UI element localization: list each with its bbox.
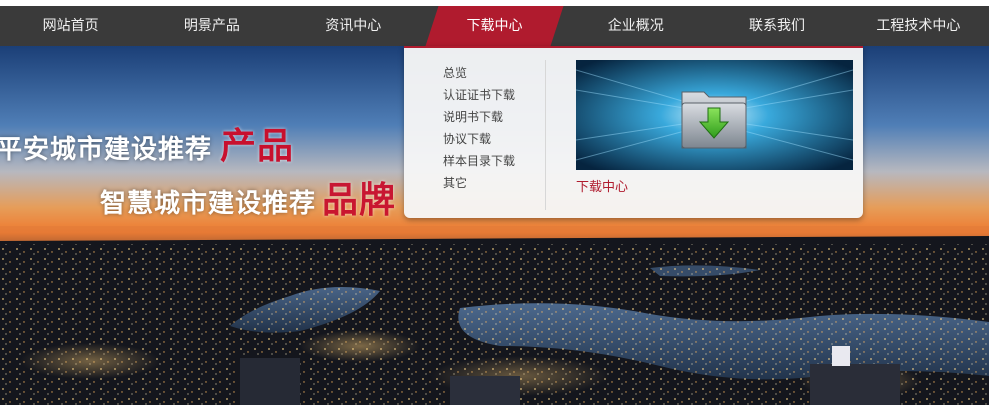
nav-item-label: 企业概况 [607, 18, 664, 34]
top-nav: 网站首页 明景产品 资讯中心 下载中心 企业概况 联系我们 工程技术中心 [0, 6, 989, 46]
folder-download-icon [576, 60, 853, 170]
menu-item-manuals[interactable]: 说明书下载 [443, 106, 515, 128]
nav-item-products[interactable]: 明景产品 [141, 6, 282, 46]
slogan-line-2-text: 智慧城市建设推荐 [100, 189, 317, 219]
page: 网站首页 明景产品 资讯中心 下载中心 企业概况 联系我们 工程技术中心 平安城… [0, 0, 989, 405]
slogan-line-2-highlight: 品牌 [322, 180, 397, 221]
menu-item-agreements[interactable]: 协议下载 [443, 128, 515, 150]
slogan-line-1-highlight: 产品 [220, 126, 295, 167]
nav-item-label: 联系我们 [749, 18, 806, 34]
menu-item-overview[interactable]: 总览 [443, 62, 515, 84]
download-center-link[interactable]: 下载中心 [576, 176, 628, 195]
nav-item-engineering[interactable]: 工程技术中心 [848, 6, 989, 46]
dropdown-menu-list: 总览 认证证书下载 说明书下载 协议下载 样本目录下载 其它 [443, 62, 515, 194]
slogan-line-2: 智慧城市建设推荐 品牌 [100, 171, 396, 223]
menu-item-catalogs[interactable]: 样本目录下载 [443, 150, 515, 172]
nav-item-label: 资讯中心 [325, 18, 382, 34]
nav-item-label: 下载中心 [466, 18, 523, 34]
nav-item-downloads[interactable]: 下载中心 [424, 6, 565, 46]
dropdown-divider [545, 60, 546, 210]
menu-item-other[interactable]: 其它 [443, 172, 515, 194]
menu-item-certificates[interactable]: 认证证书下载 [443, 84, 515, 106]
nav-item-label: 工程技术中心 [876, 18, 961, 34]
nav-item-label: 明景产品 [183, 18, 240, 34]
slogan-line-1: 平安城市建设推荐 产品 [0, 117, 294, 169]
nav-item-contact[interactable]: 联系我们 [706, 6, 847, 46]
nav-item-news[interactable]: 资讯中心 [283, 6, 424, 46]
nav-item-home[interactable]: 网站首页 [0, 6, 141, 46]
download-center-image[interactable] [576, 60, 853, 170]
downloads-dropdown: 总览 认证证书下载 说明书下载 协议下载 样本目录下载 其它 下载中心 [404, 46, 863, 218]
nav-item-company[interactable]: 企业概况 [565, 6, 706, 46]
slogan-line-1-text: 平安城市建设推荐 [0, 135, 213, 165]
nav-item-label: 网站首页 [42, 18, 99, 34]
